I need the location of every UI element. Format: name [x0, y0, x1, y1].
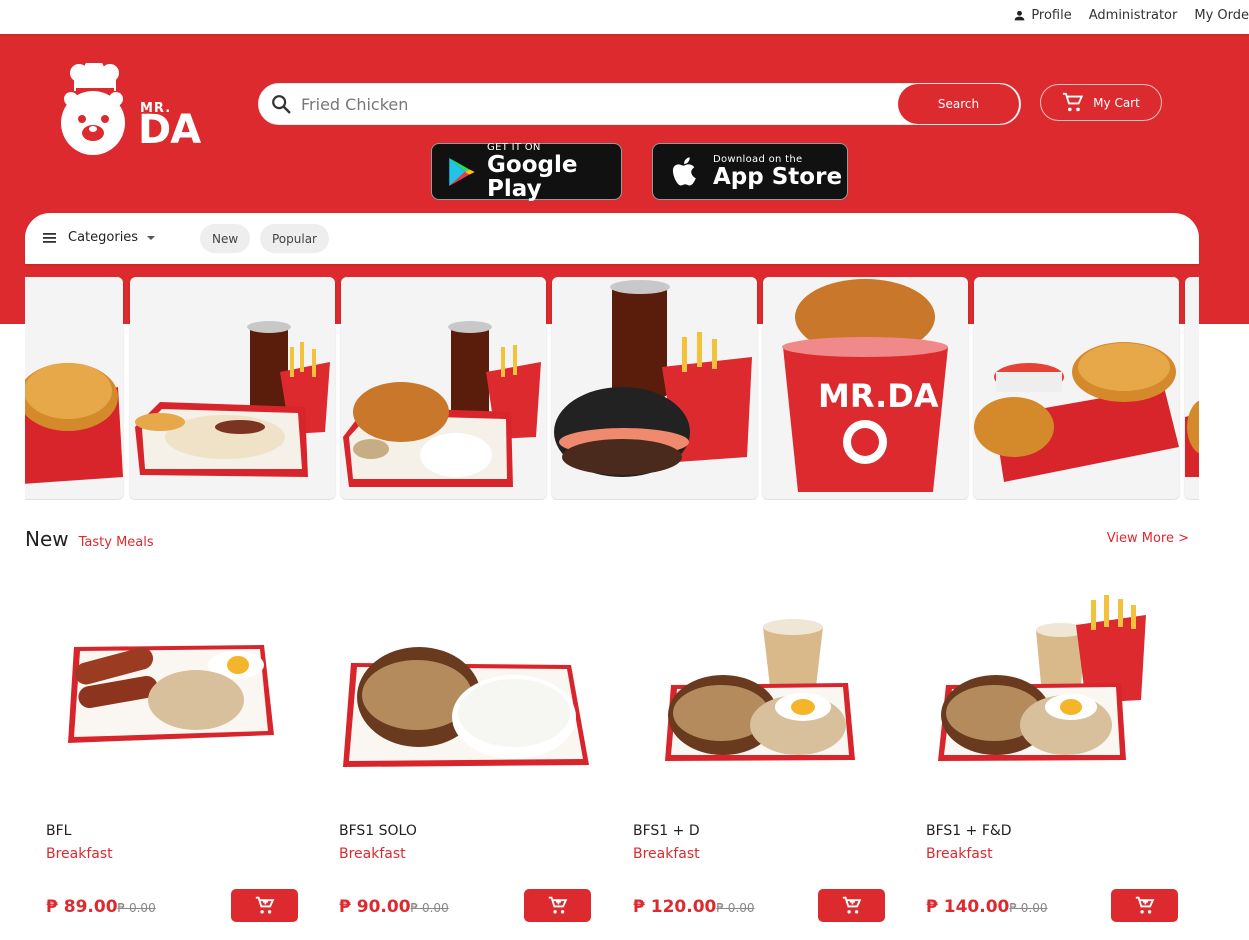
- old-price: ₱ 0.00: [1009, 901, 1048, 915]
- carousel-item-burger-meal[interactable]: [552, 277, 757, 499]
- search-input[interactable]: [301, 85, 898, 123]
- caret-down-icon: [147, 235, 156, 240]
- cart-icon: [548, 896, 567, 913]
- cart-icon: [1135, 896, 1154, 913]
- old-price: ₱ 0.00: [410, 901, 449, 915]
- product-name: BFS1 + F&D: [926, 823, 1012, 839]
- google-play-badge[interactable]: GET IT ON Google Play: [431, 142, 622, 202]
- old-price: ₱ 0.00: [117, 901, 156, 915]
- svg-text:MR.DA: MR.DA: [818, 377, 939, 415]
- current-price: ₱ 140.00: [926, 897, 1010, 917]
- product-card[interactable]: BFL Breakfast ₱ 89.00₱ 0.00: [46, 585, 311, 940]
- old-price: ₱ 0.00: [716, 901, 755, 915]
- product-image-bfs1-solo: [343, 647, 589, 767]
- add-to-cart-button[interactable]: [524, 889, 591, 922]
- chip-new[interactable]: New: [200, 224, 251, 253]
- search-button[interactable]: Search: [898, 84, 1019, 124]
- product-price: ₱ 89.00₱ 0.00: [46, 897, 156, 917]
- current-price: ₱ 89.00: [46, 897, 118, 917]
- product-image-bfs1-fd: [938, 595, 1146, 761]
- cart-icon: [1063, 92, 1084, 111]
- my-orders-link[interactable]: My Orde: [1194, 8, 1249, 23]
- new-section-header: New Tasty Meals: [25, 527, 154, 551]
- product-name: BFL: [46, 823, 72, 839]
- brand-logo[interactable]: MR. DA: [60, 63, 230, 155]
- current-price: ₱ 120.00: [633, 897, 717, 917]
- product-card[interactable]: BFS1 + D Breakfast ₱ 120.00₱ 0.00: [633, 585, 898, 940]
- categories-label: Categories: [68, 230, 139, 245]
- my-cart-button[interactable]: My Cart: [1040, 84, 1162, 121]
- add-to-cart-button[interactable]: [231, 889, 298, 922]
- product-card[interactable]: BFS1 SOLO Breakfast ₱ 90.00₱ 0.00: [339, 585, 604, 940]
- product-price: ₱ 90.00₱ 0.00: [339, 897, 449, 917]
- carousel-item-pasta-meal[interactable]: [130, 277, 335, 499]
- chip-popular[interactable]: Popular: [260, 224, 329, 253]
- person-icon: [1014, 10, 1025, 21]
- featured-carousel[interactable]: MR.DA: [25, 277, 1199, 500]
- categories-dropdown[interactable]: Categories: [43, 230, 156, 245]
- app-store-line2: App Store: [713, 164, 843, 190]
- carousel-item-chicken-bucket[interactable]: MR.DA: [763, 277, 968, 499]
- profile-link[interactable]: Profile: [1013, 8, 1072, 23]
- menu-icon: [43, 232, 56, 243]
- current-price: ₱ 90.00: [339, 897, 411, 917]
- section-subtitle: Tasty Meals: [78, 535, 154, 550]
- product-image-bfl: [68, 645, 274, 743]
- add-to-cart-button[interactable]: [818, 889, 885, 922]
- product-card[interactable]: BFS1 + F&D Breakfast ₱ 140.00₱ 0.00: [926, 585, 1191, 940]
- bear-chef-logo-icon: [61, 63, 125, 155]
- top-links: Profile Administrator My Orde: [1013, 8, 1249, 23]
- app-store-badge[interactable]: Download on the App Store: [652, 143, 848, 200]
- product-category: Breakfast: [633, 846, 700, 862]
- logo-big-text: DA: [138, 107, 201, 153]
- carousel-item-partial[interactable]: [1185, 277, 1199, 499]
- product-name: BFS1 SOLO: [339, 823, 417, 839]
- carousel-item-chicken-meal[interactable]: [341, 277, 546, 499]
- cart-icon: [255, 896, 274, 913]
- search-bar: Search: [258, 83, 1021, 125]
- carousel-item-hash-browns[interactable]: [974, 277, 1179, 499]
- product-category: Breakfast: [339, 846, 406, 862]
- carousel-item-hash-browns-partial[interactable]: [25, 277, 123, 499]
- search-icon[interactable]: [261, 84, 301, 124]
- cart-icon: [842, 896, 861, 913]
- profile-label: Profile: [1031, 8, 1072, 23]
- product-price: ₱ 120.00₱ 0.00: [633, 897, 755, 917]
- view-more-link[interactable]: View More >: [1107, 531, 1189, 546]
- product-category: Breakfast: [926, 846, 993, 862]
- product-category: Breakfast: [46, 846, 113, 862]
- add-to-cart-button[interactable]: [1111, 889, 1178, 922]
- product-name: BFS1 + D: [633, 823, 700, 839]
- google-play-icon: [449, 157, 475, 186]
- my-cart-label: My Cart: [1093, 95, 1140, 110]
- product-image-bfs1-d: [665, 619, 855, 761]
- category-bar: Categories New Popular: [25, 213, 1199, 264]
- apple-icon: [672, 156, 696, 185]
- administrator-link[interactable]: Administrator: [1089, 8, 1178, 23]
- top-utility-bar: Profile Administrator My Orde: [0, 0, 1249, 34]
- section-title: New: [25, 527, 69, 551]
- google-play-line2: Google Play: [487, 152, 578, 202]
- product-price: ₱ 140.00₱ 0.00: [926, 897, 1048, 917]
